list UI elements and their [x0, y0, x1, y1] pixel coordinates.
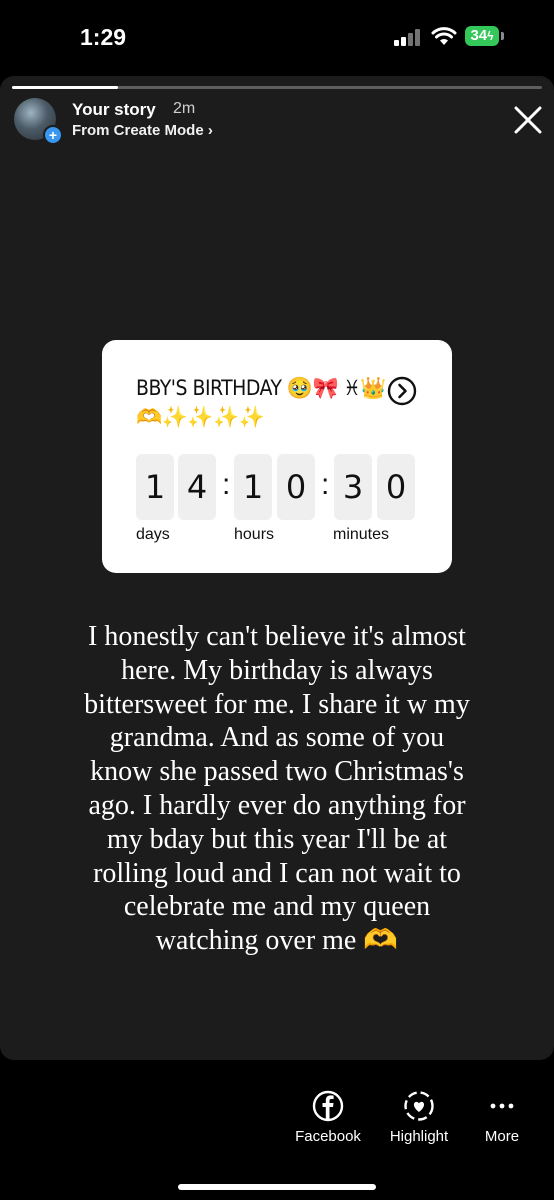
facebook-label: Facebook — [295, 1128, 361, 1145]
countdown-unit-hours: hours — [234, 526, 275, 543]
highlight-label: Highlight — [389, 1128, 449, 1145]
battery-cap — [501, 32, 504, 40]
facebook-icon — [312, 1090, 344, 1122]
countdown-unit-minutes: minutes — [333, 526, 390, 543]
battery-icon: 34ϟ — [465, 26, 499, 46]
more-button[interactable]: More — [457, 1090, 547, 1145]
highlight-heart-icon — [404, 1091, 434, 1121]
more-label: More — [484, 1128, 520, 1145]
signal-icon — [394, 28, 422, 46]
countdown-colon: : — [321, 468, 330, 501]
countdown-digit: 0 — [377, 454, 415, 520]
countdown-sticker[interactable]: BBY'S BIRTHDAY 🥹🎀 ♓👑🫶✨✨✨✨ 1 4 : 1 0 : 3 … — [102, 340, 452, 573]
status-bar: 1:29 34ϟ — [0, 0, 554, 75]
countdown-digit: 1 — [136, 454, 174, 520]
countdown-unit-days: days — [136, 526, 170, 543]
highlight-button[interactable]: Highlight — [374, 1090, 464, 1145]
home-indicator[interactable] — [178, 1184, 376, 1190]
countdown-digit: 1 — [234, 454, 272, 520]
add-story-plus-icon[interactable]: + — [43, 125, 63, 145]
status-time: 1:29 — [80, 24, 127, 50]
battery-level: 34 — [470, 27, 488, 44]
wifi-icon — [431, 27, 457, 45]
facebook-button[interactable]: Facebook — [283, 1090, 373, 1145]
arrow-right-circle-icon[interactable] — [387, 376, 417, 406]
countdown-title: BBY'S BIRTHDAY 🥹🎀 ♓👑🫶✨✨✨✨ — [136, 376, 386, 429]
more-dots-icon — [490, 1103, 514, 1109]
countdown-digit: 3 — [334, 454, 372, 520]
countdown-digit: 0 — [277, 454, 315, 520]
story-action-bar: Facebook Highlight More — [0, 1060, 554, 1200]
story-progress-bar — [12, 86, 542, 89]
story-progress-fill — [12, 86, 118, 89]
countdown-colon: : — [222, 468, 231, 501]
story-username[interactable]: Your story — [72, 100, 156, 120]
close-icon[interactable] — [512, 104, 544, 136]
story-panel[interactable]: + Your story 2m From Create Mode › BBY'S… — [0, 76, 554, 1060]
story-caption: I honestly can't believe it's almost her… — [84, 621, 470, 957]
story-time-ago: 2m — [173, 100, 196, 117]
countdown-digit: 4 — [178, 454, 216, 520]
story-source-link[interactable]: From Create Mode › — [72, 122, 213, 139]
